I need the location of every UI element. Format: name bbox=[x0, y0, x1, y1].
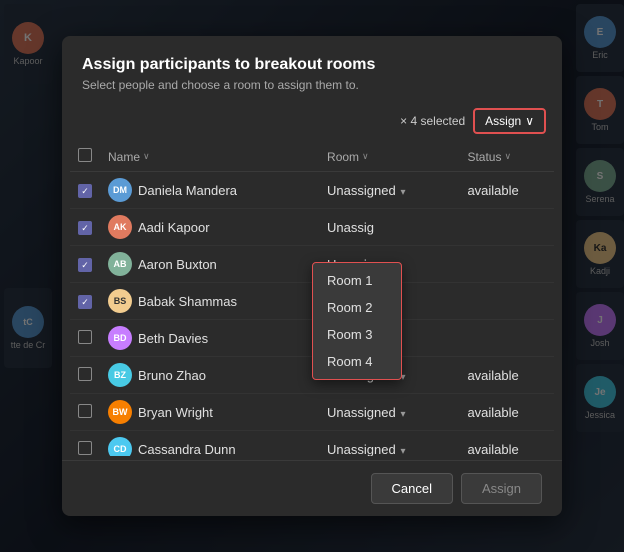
participants-table-container: Name ∨ Room ∨ Status bbox=[62, 142, 562, 456]
row-status-cell: available bbox=[459, 394, 554, 431]
person-name: Aaron Buxton bbox=[138, 257, 217, 272]
select-all-checkbox[interactable] bbox=[78, 148, 92, 162]
row-status-cell: available bbox=[459, 431, 554, 457]
assign-top-label: Assign bbox=[485, 114, 521, 128]
person-name: Beth Davies bbox=[138, 331, 208, 346]
row-checkbox-cell bbox=[70, 209, 100, 246]
person-name: Daniela Mandera bbox=[138, 183, 237, 198]
row-checkbox-cell bbox=[70, 246, 100, 283]
row-room-cell[interactable]: Unassigned ▾ bbox=[319, 431, 459, 457]
row-checkbox-cell bbox=[70, 283, 100, 320]
room-option-3[interactable]: Room 3 bbox=[313, 321, 401, 348]
person-avatar: BS bbox=[108, 289, 132, 313]
person-name: Babak Shammas bbox=[138, 294, 237, 309]
table-row: BW Bryan Wright Unassigned ▾available bbox=[70, 394, 554, 431]
dialog-subtitle: Select people and choose a room to assig… bbox=[82, 78, 542, 92]
row-status-cell: available bbox=[459, 357, 554, 394]
row-checkbox-cell bbox=[70, 431, 100, 457]
row-checkbox-0[interactable] bbox=[78, 184, 92, 198]
row-status-cell: available bbox=[459, 172, 554, 209]
row-room-cell[interactable]: Unassigned ▾ bbox=[319, 172, 459, 209]
row-checkbox-1[interactable] bbox=[78, 221, 92, 235]
dialog-title: Assign participants to breakout rooms bbox=[82, 56, 542, 74]
row-checkbox-7[interactable] bbox=[78, 441, 92, 455]
row-name-cell: DM Daniela Mandera bbox=[100, 172, 319, 209]
selection-count: × 4 selected bbox=[400, 114, 465, 128]
header-room: Room ∨ bbox=[319, 142, 459, 172]
person-name: Bruno Zhao bbox=[138, 368, 206, 383]
room-option-2[interactable]: Room 2 bbox=[313, 294, 401, 321]
header-name: Name ∨ bbox=[100, 142, 319, 172]
row-name-cell: BS Babak Shammas bbox=[100, 283, 319, 320]
row-room-cell[interactable]: Unassigned ▾ bbox=[319, 394, 459, 431]
dialog-backdrop: Assign participants to breakout rooms Se… bbox=[0, 0, 624, 552]
header-checkbox-cell bbox=[70, 142, 100, 172]
assign-top-chevron: ∨ bbox=[525, 114, 534, 128]
person-name: Bryan Wright bbox=[138, 405, 213, 420]
row-status-cell bbox=[459, 209, 554, 246]
row-name-cell: BW Bryan Wright bbox=[100, 394, 319, 431]
room-dropdown-indicator: ▾ bbox=[398, 446, 406, 457]
row-checkbox-cell bbox=[70, 394, 100, 431]
assign-top-button[interactable]: Assign ∨ bbox=[473, 108, 546, 134]
room-dropdown-indicator: ▾ bbox=[398, 409, 406, 420]
cancel-button[interactable]: Cancel bbox=[371, 473, 453, 504]
room-option-4[interactable]: Room 4 bbox=[313, 348, 401, 375]
name-sort-icon: ∨ bbox=[143, 151, 150, 162]
header-status: Status ∨ bbox=[459, 142, 554, 172]
table-row: CD Cassandra Dunn Unassigned ▾available bbox=[70, 431, 554, 457]
person-avatar: DM bbox=[108, 178, 132, 202]
row-room-cell[interactable]: Unassig bbox=[319, 209, 459, 246]
row-checkbox-3[interactable] bbox=[78, 295, 92, 309]
row-checkbox-6[interactable] bbox=[78, 404, 92, 418]
dialog-footer: Cancel Assign bbox=[62, 460, 562, 516]
person-name: Aadi Kapoor bbox=[138, 220, 210, 235]
row-status-cell bbox=[459, 246, 554, 283]
selection-bar: × 4 selected Assign ∨ bbox=[62, 104, 562, 142]
row-checkbox-5[interactable] bbox=[78, 367, 92, 381]
row-checkbox-cell bbox=[70, 357, 100, 394]
row-checkbox-4[interactable] bbox=[78, 330, 92, 344]
person-avatar: BZ bbox=[108, 363, 132, 387]
row-checkbox-cell bbox=[70, 172, 100, 209]
person-avatar: AK bbox=[108, 215, 132, 239]
row-checkbox-cell bbox=[70, 320, 100, 357]
assign-button[interactable]: Assign bbox=[461, 473, 542, 504]
dialog-header: Assign participants to breakout rooms Se… bbox=[62, 36, 562, 104]
person-name: Cassandra Dunn bbox=[138, 442, 236, 457]
row-status-cell bbox=[459, 320, 554, 357]
person-avatar: BD bbox=[108, 326, 132, 350]
row-checkbox-2[interactable] bbox=[78, 258, 92, 272]
status-sort-icon: ∨ bbox=[504, 151, 511, 162]
table-row: AK Aadi Kapoor Unassig bbox=[70, 209, 554, 246]
row-status-cell bbox=[459, 283, 554, 320]
room-sort-icon: ∨ bbox=[362, 151, 369, 162]
table-row: DM Daniela Mandera Unassigned ▾available bbox=[70, 172, 554, 209]
person-avatar: AB bbox=[108, 252, 132, 276]
row-name-cell: BZ Bruno Zhao bbox=[100, 357, 319, 394]
person-avatar: CD bbox=[108, 437, 132, 456]
assign-dialog: Assign participants to breakout rooms Se… bbox=[62, 36, 562, 516]
room-option-1[interactable]: Room 1 bbox=[313, 267, 401, 294]
room-dropdown-indicator: ▾ bbox=[398, 187, 406, 198]
row-name-cell: CD Cassandra Dunn bbox=[100, 431, 319, 457]
room-dropdown: Room 1Room 2Room 3Room 4 bbox=[312, 262, 402, 380]
row-name-cell: AK Aadi Kapoor bbox=[100, 209, 319, 246]
row-name-cell: BD Beth Davies bbox=[100, 320, 319, 357]
row-name-cell: AB Aaron Buxton bbox=[100, 246, 319, 283]
person-avatar: BW bbox=[108, 400, 132, 424]
